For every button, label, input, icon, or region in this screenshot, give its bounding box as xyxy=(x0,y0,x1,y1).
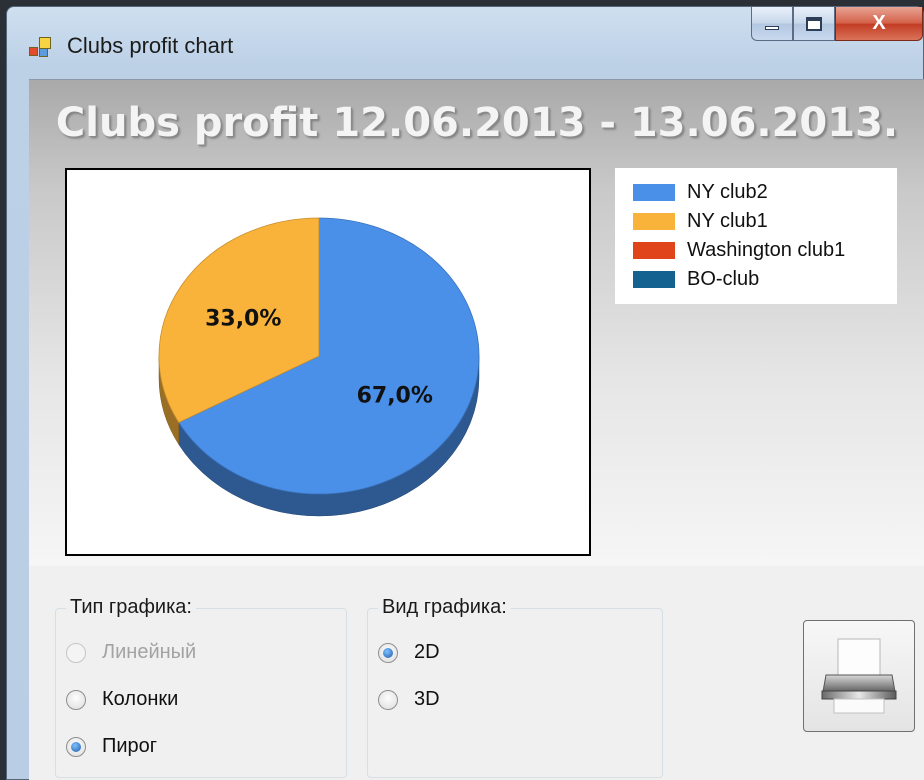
print-button[interactable] xyxy=(803,620,915,732)
chart-view-legend: Вид графика: xyxy=(378,596,511,619)
radio-3d[interactable]: 3D xyxy=(378,688,440,711)
close-button[interactable]: X xyxy=(835,7,923,41)
legend-swatch xyxy=(633,184,675,201)
legend-item-ny-club2: NY club2 xyxy=(633,178,897,207)
legend-item-ny-club1: NY club1 xyxy=(633,207,897,236)
legend-label: Washington club1 xyxy=(687,239,846,261)
radio-button[interactable] xyxy=(378,642,398,663)
printer-icon xyxy=(821,638,897,714)
pie-data-label: 33,0% xyxy=(205,306,281,331)
radio-button[interactable] xyxy=(378,689,398,710)
maximize-button[interactable] xyxy=(793,7,835,41)
chart-area: Clubs profit 12.06.2013 - 13.06.2013. 67… xyxy=(29,80,924,566)
chart-type-group: Тип графика: Линейный Колонки Пирог xyxy=(55,596,347,778)
legend-item-washington-club1: Washington club1 xyxy=(633,236,897,265)
chart-view-group: Вид графика: 2D 3D xyxy=(367,596,663,778)
client-area: Clubs profit 12.06.2013 - 13.06.2013. 67… xyxy=(29,79,924,780)
pie-chart: 67,0% 33,0% xyxy=(158,217,480,517)
radio-label[interactable]: Пирог xyxy=(102,735,157,758)
chart-legend: NY club2 NY club1 Washington club1 BO-cl… xyxy=(615,168,897,304)
app-window-icon[interactable] xyxy=(29,37,51,59)
legend-swatch xyxy=(633,271,675,288)
radio-line: Линейный xyxy=(66,641,196,664)
radio-button[interactable] xyxy=(66,689,86,710)
window-title: Clubs profit chart xyxy=(67,33,234,58)
chart-type-legend: Тип графика: xyxy=(66,596,196,619)
radio-pie[interactable]: Пирог xyxy=(66,735,157,758)
radio-label[interactable]: 2D xyxy=(414,641,440,664)
close-icon: X xyxy=(872,12,886,34)
radio-label[interactable]: Колонки xyxy=(102,688,178,711)
radio-button xyxy=(66,642,86,663)
radio-label[interactable]: 3D xyxy=(414,688,440,711)
legend-swatch xyxy=(633,242,675,259)
pie-data-label: 67,0% xyxy=(357,384,433,409)
legend-label: NY club1 xyxy=(687,210,768,232)
radio-label: Линейный xyxy=(102,641,197,663)
caption-buttons: X xyxy=(751,7,923,41)
legend-swatch xyxy=(633,213,675,230)
radio-columns[interactable]: Колонки xyxy=(66,688,178,711)
maximize-icon xyxy=(806,16,822,31)
minimize-button[interactable] xyxy=(751,7,793,41)
chart-title: Clubs profit 12.06.2013 - 13.06.2013. xyxy=(55,100,899,146)
title-bar[interactable]: Clubs profit chart X xyxy=(7,7,923,79)
pie-plot-area: 67,0% 33,0% xyxy=(65,168,591,556)
app-window: Clubs profit chart X Clubs profit 12.06.… xyxy=(6,6,924,780)
radio-2d[interactable]: 2D xyxy=(378,641,440,664)
minimize-icon xyxy=(765,25,779,30)
legend-label: BO-club xyxy=(687,268,760,290)
legend-label: NY club2 xyxy=(687,181,768,203)
radio-button[interactable] xyxy=(66,736,86,757)
legend-item-bo-club: BO-club xyxy=(633,265,897,294)
